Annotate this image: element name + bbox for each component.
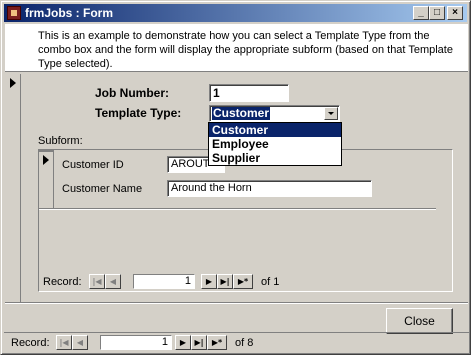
new-record-icon[interactable]: ▶* bbox=[233, 274, 253, 289]
last-record-icon[interactable]: ▶| bbox=[217, 274, 233, 289]
prev-record-icon[interactable]: ◀ bbox=[105, 274, 121, 289]
subform-record-arrow-icon bbox=[43, 155, 49, 165]
subform-record-number[interactable]: 1 bbox=[133, 274, 195, 289]
new-record-icon[interactable]: ▶* bbox=[207, 335, 227, 350]
close-button[interactable]: Close bbox=[386, 308, 453, 334]
customer-name-label: Customer Name bbox=[62, 183, 143, 195]
template-type-combo[interactable]: Customer bbox=[209, 105, 340, 122]
maximize-button[interactable]: □ bbox=[429, 6, 445, 20]
dropdown-arrow-icon bbox=[328, 112, 334, 115]
navigation-divider bbox=[4, 332, 469, 333]
template-type-dropdown-button[interactable] bbox=[324, 107, 338, 120]
last-record-icon[interactable]: ▶| bbox=[191, 335, 207, 350]
close-window-button[interactable]: × bbox=[447, 6, 463, 20]
form-window: frmJobs : Form _ □ × This is an example … bbox=[0, 0, 471, 355]
subform-selector-column[interactable] bbox=[39, 150, 54, 209]
option-supplier[interactable]: Supplier bbox=[209, 151, 341, 165]
customer-name-field[interactable]: Around the Horn bbox=[167, 180, 372, 197]
first-record-icon[interactable]: |◀ bbox=[89, 274, 105, 289]
next-record-icon[interactable]: ▶ bbox=[201, 274, 217, 289]
option-employee[interactable]: Employee bbox=[209, 137, 341, 151]
subform-record-label: Record: bbox=[43, 276, 82, 288]
customer-id-label: Customer ID bbox=[62, 159, 124, 171]
record-selector-arrow-icon bbox=[10, 78, 16, 88]
window-title: frmJobs : Form bbox=[25, 6, 114, 20]
form-icon bbox=[7, 6, 21, 20]
subform-container: Customer ID AROUT Customer Name Around t… bbox=[38, 149, 453, 292]
template-type-label: Template Type: bbox=[95, 106, 182, 120]
prev-record-icon[interactable]: ◀ bbox=[72, 335, 88, 350]
intro-panel: This is an example to demonstrate how yo… bbox=[5, 24, 468, 72]
subform-label: Subform: bbox=[38, 135, 83, 147]
subform-divider-highlight bbox=[39, 209, 436, 210]
main-record-count: of 8 bbox=[235, 337, 254, 349]
form-footer-divider-highlight bbox=[5, 303, 468, 304]
subform-navigation-bar: Record: |◀ ◀ 1 ▶ ▶| ▶* of 1 bbox=[43, 274, 343, 290]
subform-record-count: of 1 bbox=[261, 276, 280, 288]
job-number-label: Job Number: bbox=[95, 86, 170, 100]
job-number-field[interactable]: 1 bbox=[209, 84, 289, 102]
first-record-icon[interactable]: |◀ bbox=[56, 335, 72, 350]
option-customer[interactable]: Customer bbox=[209, 123, 341, 137]
record-selector[interactable] bbox=[5, 75, 20, 91]
intro-text: This is an example to demonstrate how yo… bbox=[38, 30, 453, 70]
main-navigation-bar: Record: |◀ ◀ 1 ▶ ▶| ▶* of 8 bbox=[11, 335, 311, 351]
minimize-button[interactable]: _ bbox=[413, 6, 429, 20]
title-bar[interactable]: frmJobs : Form _ □ × bbox=[4, 4, 467, 22]
main-record-number[interactable]: 1 bbox=[100, 335, 172, 350]
template-type-list[interactable]: Customer Employee Supplier bbox=[208, 122, 342, 166]
record-selector-column bbox=[5, 74, 21, 302]
main-record-label: Record: bbox=[11, 337, 50, 349]
next-record-icon[interactable]: ▶ bbox=[175, 335, 191, 350]
template-type-value: Customer bbox=[212, 106, 271, 120]
